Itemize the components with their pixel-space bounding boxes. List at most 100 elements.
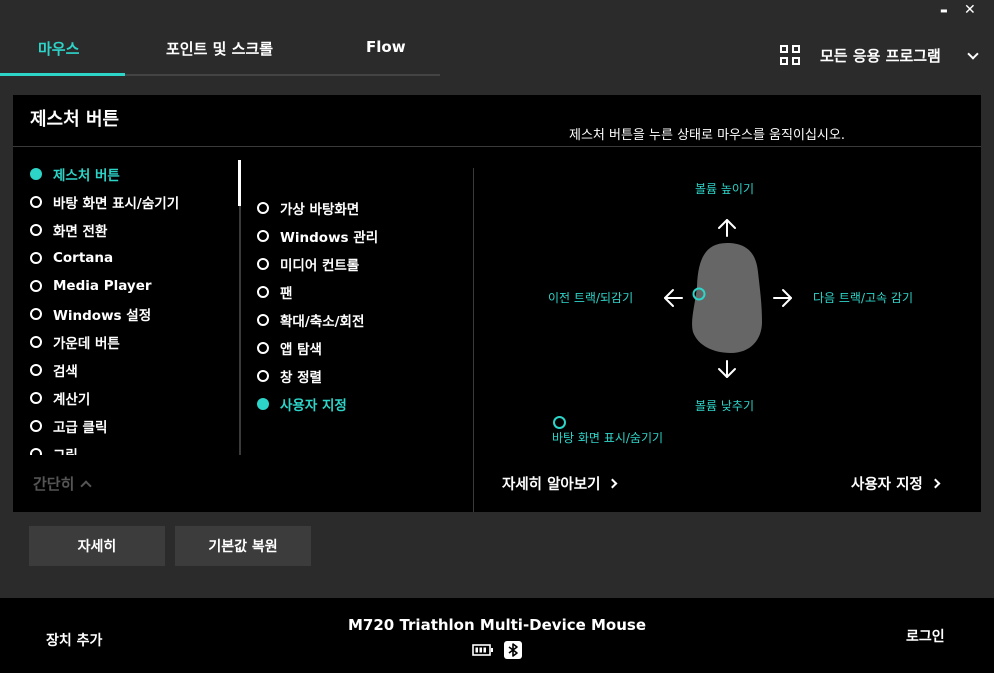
gesture-left-label: 이전 트랙/되감기 bbox=[548, 291, 634, 305]
arrow-left-icon bbox=[664, 289, 683, 307]
battery-icon bbox=[472, 644, 493, 656]
action-item[interactable]: 검색 bbox=[30, 356, 235, 384]
grid-icon[interactable] bbox=[780, 45, 800, 65]
tab-flow[interactable]: Flow bbox=[366, 38, 406, 56]
gesture-mode-item[interactable]: 미디어 컨트롤 bbox=[257, 250, 467, 278]
gesture-down-label: 볼륨 낮추기 bbox=[695, 399, 755, 413]
device-name: M720 Triathlon Multi-Device Mouse bbox=[347, 616, 647, 634]
button-action-list: 제스처 버튼바탕 화면 표시/숨기기화면 전환 Cortana Media Play… bbox=[30, 160, 235, 455]
details-button[interactable]: 자세히 bbox=[29, 526, 165, 566]
learn-more-label: 자세히 알아보기 bbox=[502, 477, 601, 493]
login-button[interactable]: 로그인 bbox=[906, 626, 945, 646]
panel-hint: 제스처 버튼을 누른 상태로 마우스를 움직이십시오. bbox=[569, 128, 845, 143]
gesture-mode-item[interactable]: 창 정렬 bbox=[257, 362, 467, 390]
radio-icon bbox=[30, 448, 42, 455]
action-item[interactable]: Cortana bbox=[30, 244, 235, 272]
action-item-label: 가운데 버튼 bbox=[53, 336, 120, 352]
action-item-label: 계산기 bbox=[53, 392, 91, 408]
radio-icon bbox=[30, 280, 42, 292]
radio-icon bbox=[30, 392, 42, 404]
radio-icon bbox=[257, 258, 269, 270]
gesture-mode-item-label: 사용자 지정 bbox=[280, 398, 347, 414]
chevron-up-icon bbox=[80, 479, 93, 492]
scrollbar-thumb[interactable] bbox=[238, 160, 241, 206]
radio-icon bbox=[257, 202, 269, 214]
simple-toggle-label: 간단히 bbox=[33, 475, 75, 493]
action-item[interactable]: 그림 bbox=[30, 440, 235, 455]
action-item[interactable]: 화면 전환 bbox=[30, 216, 235, 244]
action-item[interactable]: 바탕 화면 표시/숨기기 bbox=[30, 188, 235, 216]
action-item-label: 그림 bbox=[53, 444, 78, 455]
action-item[interactable]: Media Player bbox=[30, 272, 235, 300]
panel-title: 제스처 버튼 bbox=[30, 109, 120, 130]
radio-icon bbox=[257, 230, 269, 242]
gesture-mode-item-label: Windows 관리 bbox=[280, 230, 379, 246]
chevron-right-icon bbox=[930, 478, 941, 489]
close-button[interactable]: ✕ bbox=[964, 2, 976, 18]
action-item-label: Windows 설정 bbox=[53, 308, 152, 324]
gesture-up-label: 볼륨 높이기 bbox=[695, 182, 755, 196]
gesture-mode-item-label: 창 정렬 bbox=[280, 370, 322, 386]
action-item-label: Cortana bbox=[53, 250, 114, 266]
chevron-right-icon bbox=[607, 478, 618, 489]
radio-icon bbox=[30, 336, 42, 348]
gesture-mode-item[interactable]: 팬 bbox=[257, 278, 467, 306]
customize-link[interactable]: 사용자 지정 bbox=[851, 473, 941, 494]
radio-icon bbox=[30, 168, 42, 180]
gesture-mode-item-label: 가상 바탕화면 bbox=[280, 202, 360, 218]
action-item-label: Media Player bbox=[53, 278, 152, 294]
gesture-right-label: 다음 트랙/고속 감기 bbox=[813, 291, 913, 305]
tab-points-scroll[interactable]: 포인트 및 스크롤 bbox=[166, 38, 273, 59]
radio-icon bbox=[30, 252, 42, 264]
gesture-mode-item[interactable]: Windows 관리 bbox=[257, 222, 467, 250]
mouse-icon bbox=[692, 243, 762, 353]
action-item[interactable]: Windows 설정 bbox=[30, 300, 235, 328]
app-selector[interactable]: 모든 응용 프로그램 bbox=[820, 45, 941, 66]
radio-icon bbox=[257, 314, 269, 326]
arrow-right-icon bbox=[773, 289, 792, 307]
radio-icon bbox=[257, 370, 269, 382]
action-item[interactable]: 계산기 bbox=[30, 384, 235, 412]
gesture-mode-item-label: 확대/축소/회전 bbox=[280, 314, 365, 330]
gesture-mode-item[interactable]: 앱 탐색 bbox=[257, 334, 467, 362]
bluetooth-icon bbox=[504, 641, 522, 659]
customize-label: 사용자 지정 bbox=[851, 477, 923, 493]
gesture-mode-item-label: 미디어 컨트롤 bbox=[280, 258, 360, 274]
divider bbox=[13, 146, 981, 147]
action-item-label: 바탕 화면 표시/숨기기 bbox=[53, 196, 180, 212]
gesture-mode-list: 가상 바탕화면 Windows 관리미디어 컨트롤팬확대/축소/회전앱 탐색창 정… bbox=[257, 194, 467, 418]
action-item[interactable]: 제스처 버튼 bbox=[30, 160, 235, 188]
radio-icon bbox=[30, 364, 42, 376]
radio-icon bbox=[30, 420, 42, 432]
gesture-mode-item[interactable]: 가상 바탕화면 bbox=[257, 194, 467, 222]
arrow-down-icon bbox=[718, 360, 736, 378]
divider bbox=[473, 168, 474, 512]
gesture-click-marker bbox=[553, 416, 566, 429]
gesture-mode-item[interactable]: 사용자 지정 bbox=[257, 390, 467, 418]
radio-icon bbox=[30, 224, 42, 236]
radio-icon bbox=[257, 398, 269, 410]
action-item-label: 화면 전환 bbox=[53, 224, 108, 240]
tab-mouse[interactable]: 마우스 bbox=[38, 38, 79, 59]
active-tab-indicator bbox=[0, 73, 125, 76]
radio-icon bbox=[257, 286, 269, 298]
minimize-button[interactable]: ▬ bbox=[940, 3, 948, 19]
action-item-label: 고급 클릭 bbox=[53, 420, 108, 436]
gesture-mode-item-label: 팬 bbox=[280, 286, 293, 302]
arrow-up-icon bbox=[718, 219, 736, 237]
gesture-mode-item-label: 앱 탐색 bbox=[280, 342, 322, 358]
action-item[interactable]: 가운데 버튼 bbox=[30, 328, 235, 356]
chevron-down-icon[interactable] bbox=[967, 48, 979, 60]
radio-icon bbox=[30, 308, 42, 320]
restore-defaults-button[interactable]: 기본값 복원 bbox=[175, 526, 311, 566]
action-item-label: 제스처 버튼 bbox=[53, 168, 120, 184]
learn-more-link[interactable]: 자세히 알아보기 bbox=[502, 473, 618, 494]
simple-toggle[interactable]: 간단히 bbox=[33, 473, 93, 494]
action-item-label: 검색 bbox=[53, 364, 78, 380]
radio-icon bbox=[30, 196, 42, 208]
gesture-mode-item[interactable]: 확대/축소/회전 bbox=[257, 306, 467, 334]
footer-bar bbox=[0, 598, 994, 673]
radio-icon bbox=[257, 342, 269, 354]
gesture-click-label: 바탕 화면 표시/숨기기 bbox=[552, 431, 664, 445]
action-item[interactable]: 고급 클릭 bbox=[30, 412, 235, 440]
